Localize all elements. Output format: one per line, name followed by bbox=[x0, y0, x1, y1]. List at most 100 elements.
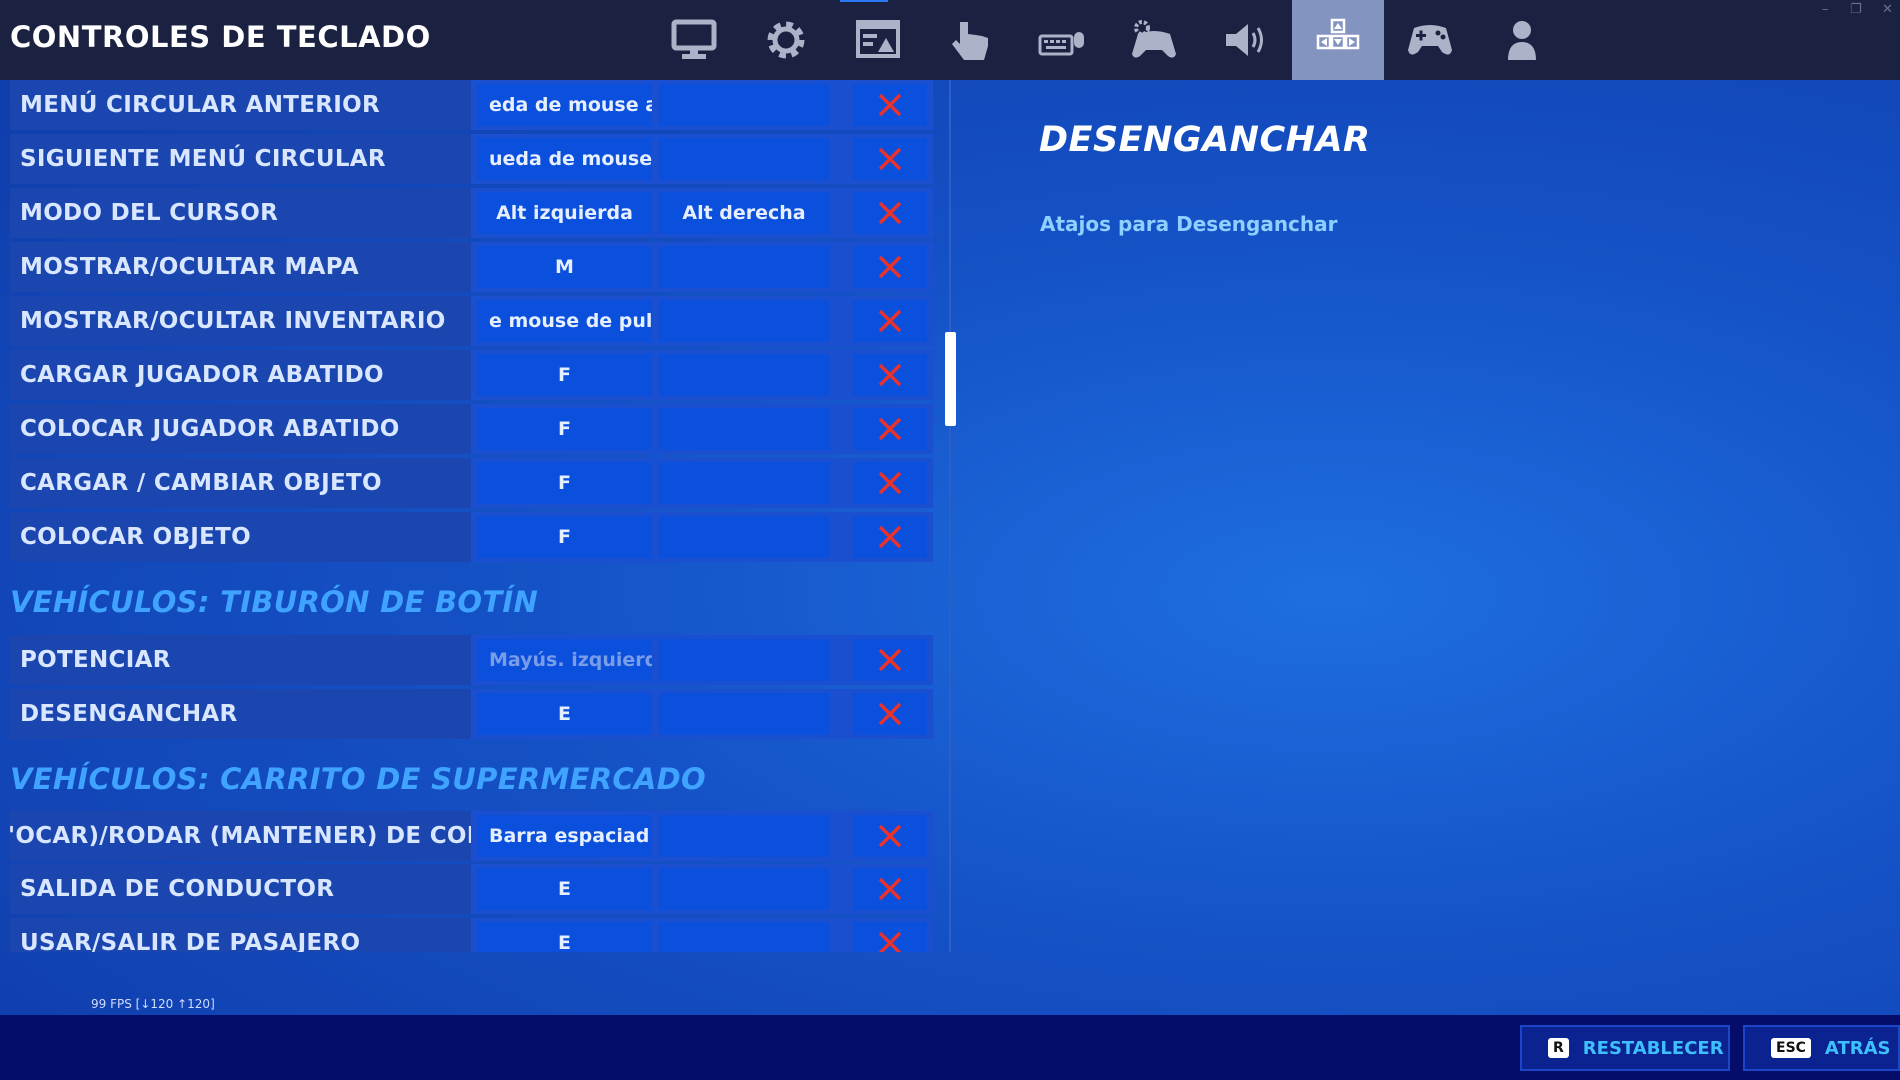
action-label: SIGUIENTE MENÚ CIRCULAR bbox=[10, 134, 471, 184]
primary-key-button[interactable]: E bbox=[477, 693, 652, 735]
keybind-row: COLOCAR JUGADOR ABATIDO F bbox=[10, 404, 933, 454]
keybind-row: COLOCAR OBJETO F bbox=[10, 512, 933, 562]
speaker-icon bbox=[1226, 24, 1263, 56]
binding-slots: F bbox=[471, 350, 933, 400]
primary-key-button[interactable]: F bbox=[477, 462, 652, 504]
clear-x-icon bbox=[878, 931, 902, 952]
binding-slots: E bbox=[471, 864, 933, 914]
tab-keyboard-controls[interactable] bbox=[1292, 0, 1384, 80]
clear-binding-button[interactable] bbox=[853, 300, 927, 342]
secondary-key-button[interactable] bbox=[659, 462, 829, 504]
clear-binding-button[interactable] bbox=[853, 693, 927, 735]
primary-key-button[interactable]: eda de mouse a bbox=[477, 84, 652, 126]
tab-video[interactable] bbox=[648, 0, 740, 80]
clear-x-icon bbox=[878, 417, 902, 441]
keyboard-mouse-icon bbox=[1038, 32, 1084, 56]
clear-binding-button[interactable] bbox=[853, 84, 927, 126]
reset-button[interactable]: R RESTABLECER bbox=[1520, 1025, 1730, 1071]
touch-hand-icon bbox=[952, 22, 988, 60]
maximize-button[interactable]: ❐ bbox=[1850, 2, 1862, 17]
binding-slots: M bbox=[471, 242, 933, 292]
clear-binding-button[interactable] bbox=[853, 639, 927, 681]
clear-x-icon bbox=[878, 471, 902, 495]
clear-binding-button[interactable] bbox=[853, 246, 927, 288]
action-label: MODO DEL CURSOR bbox=[10, 188, 471, 238]
secondary-key-button[interactable] bbox=[659, 84, 829, 126]
binding-slots: F bbox=[471, 404, 933, 454]
tab-touch[interactable] bbox=[924, 0, 1016, 80]
tab-game[interactable] bbox=[740, 0, 832, 80]
primary-key-button[interactable]: e mouse de pul bbox=[477, 300, 652, 342]
secondary-key-button[interactable] bbox=[659, 639, 829, 681]
binding-slots: eda de mouse a bbox=[471, 80, 933, 130]
detail-title: DESENGANCHAR bbox=[1039, 120, 1371, 160]
secondary-key-button[interactable] bbox=[659, 354, 829, 396]
key-esc-icon: ESC bbox=[1771, 1038, 1811, 1058]
secondary-key-button[interactable] bbox=[659, 922, 829, 952]
clear-binding-button[interactable] bbox=[853, 354, 927, 396]
primary-key-button[interactable]: Barra espaciad bbox=[477, 815, 652, 857]
tab-account[interactable] bbox=[1476, 0, 1568, 80]
secondary-key-button[interactable] bbox=[659, 516, 829, 558]
clear-x-icon bbox=[878, 824, 902, 848]
primary-key-button[interactable]: E bbox=[477, 922, 652, 952]
clear-binding-button[interactable] bbox=[853, 922, 927, 952]
binding-slots: E bbox=[471, 689, 933, 739]
page-title: CONTROLES DE TECLADO bbox=[10, 20, 431, 54]
scrollbar-track bbox=[949, 80, 951, 952]
clear-x-icon bbox=[878, 877, 902, 901]
gamepad-icon bbox=[1408, 25, 1452, 55]
top-bar: CONTROLES DE TECLADO – ❐ ✕ bbox=[0, 0, 1900, 80]
clear-binding-button[interactable] bbox=[853, 408, 927, 450]
secondary-key-button[interactable] bbox=[659, 693, 829, 735]
tab-audio[interactable] bbox=[1200, 0, 1292, 80]
secondary-key-button[interactable] bbox=[659, 815, 829, 857]
primary-key-button[interactable]: M bbox=[477, 246, 652, 288]
binding-slots: ueda de mouse bbox=[471, 134, 933, 184]
action-label: DESENGANCHAR bbox=[10, 689, 471, 739]
clear-x-icon bbox=[878, 255, 902, 279]
action-label: POTENCIAR bbox=[10, 635, 471, 685]
primary-key-button[interactable]: F bbox=[477, 516, 652, 558]
clear-x-icon bbox=[878, 147, 902, 171]
keybind-row: MOSTRAR/OCULTAR INVENTARIO e mouse de pu… bbox=[10, 296, 933, 346]
keybind-row-selected: DESENGANCHAR E bbox=[10, 689, 933, 739]
action-label: COLOCAR JUGADOR ABATIDO bbox=[10, 404, 471, 454]
close-window-button[interactable]: ✕ bbox=[1882, 2, 1893, 17]
back-button[interactable]: ESC ATRÁS bbox=[1743, 1025, 1900, 1071]
secondary-key-button[interactable] bbox=[659, 408, 829, 450]
secondary-key-button[interactable] bbox=[659, 138, 829, 180]
binding-slots: E bbox=[471, 918, 933, 952]
scrollbar-thumb[interactable] bbox=[945, 332, 956, 426]
reset-label: RESTABLECER bbox=[1582, 1037, 1724, 1059]
clear-binding-button[interactable] bbox=[853, 516, 927, 558]
action-label: 'OCAR)/RODAR (MANTENER) DE CONDUCT bbox=[10, 811, 471, 861]
clear-binding-button[interactable] bbox=[853, 868, 927, 910]
action-label: CARGAR JUGADOR ABATIDO bbox=[10, 350, 471, 400]
secondary-key-button[interactable]: Alt derecha bbox=[659, 192, 829, 234]
primary-key-button[interactable]: F bbox=[477, 354, 652, 396]
section-heading: VEHÍCULOS: CARRITO DE SUPERMERCADO bbox=[10, 762, 706, 796]
gamepad-gear-icon bbox=[1132, 20, 1176, 58]
keybind-row: CARGAR / CAMBIAR OBJETO F bbox=[10, 458, 933, 508]
clear-binding-button[interactable] bbox=[853, 462, 927, 504]
clear-binding-button[interactable] bbox=[853, 138, 927, 180]
tab-gamepad[interactable] bbox=[1384, 0, 1476, 80]
secondary-key-button[interactable] bbox=[659, 868, 829, 910]
primary-key-button[interactable]: E bbox=[477, 868, 652, 910]
clear-binding-button[interactable] bbox=[853, 192, 927, 234]
secondary-key-button[interactable] bbox=[659, 246, 829, 288]
primary-key-button[interactable]: Alt izquierda bbox=[477, 192, 652, 234]
bottom-bar: R RESTABLECER ESC ATRÁS bbox=[0, 1015, 1900, 1080]
tab-brightness[interactable] bbox=[832, 0, 924, 80]
action-label: MOSTRAR/OCULTAR MAPA bbox=[10, 242, 471, 292]
minimize-button[interactable]: – bbox=[1822, 2, 1829, 17]
keybind-row: MOSTRAR/OCULTAR MAPA M bbox=[10, 242, 933, 292]
primary-key-button[interactable]: Mayús. izquierda bbox=[477, 639, 652, 681]
clear-binding-button[interactable] bbox=[853, 815, 927, 857]
primary-key-button[interactable]: F bbox=[477, 408, 652, 450]
secondary-key-button[interactable] bbox=[659, 300, 829, 342]
primary-key-button[interactable]: ueda de mouse bbox=[477, 138, 652, 180]
tab-keyboard-mouse[interactable] bbox=[1016, 0, 1108, 80]
tab-controller[interactable] bbox=[1108, 0, 1200, 80]
